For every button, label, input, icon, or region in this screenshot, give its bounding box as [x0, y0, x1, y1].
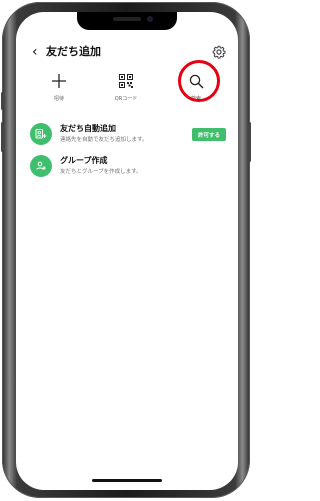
phone-notch: [77, 12, 177, 30]
qr-code-icon: [119, 74, 133, 88]
create-group-title: グループ作成: [60, 156, 108, 165]
phone-screen: ‹ 友だち追加 招待 QRコード 検索 友だち自動追加 連絡先を自動で友だち追加…: [16, 12, 238, 490]
front-camera: [147, 16, 153, 22]
plus-icon: [52, 74, 66, 88]
phone-frame: ‹ 友だち追加 招待 QRコード 検索 友だち自動追加 連絡先を自動で友だち追加…: [1, 2, 251, 498]
auto-add-subtitle: 連絡先を自動で友だち追加します。: [60, 137, 148, 143]
chevron-left-icon[interactable]: ‹: [32, 42, 38, 62]
invite-button[interactable]: 招待: [29, 70, 89, 102]
suggestion-list: 友だち自動追加 連絡先を自動で友だち追加します。 許可する グループ作成 友だち…: [16, 120, 238, 184]
phone-side-button: [1, 122, 4, 152]
invite-label: 招待: [53, 96, 64, 102]
page-title: 友だち追加: [46, 45, 101, 58]
list-item-auto-add[interactable]: 友だち自動追加 連絡先を自動で友だち追加します。 許可する: [16, 120, 238, 152]
qr-code-label: QRコード: [114, 96, 138, 102]
create-group-subtitle: 友だちとグループを作成します。: [60, 169, 142, 175]
auto-add-title: 友だち自動追加: [60, 124, 116, 133]
search-highlight-ring: [178, 60, 220, 102]
phone-side-button: [248, 122, 251, 162]
list-item-create-group[interactable]: グループ作成 友だちとグループを作成します。: [16, 152, 238, 184]
home-indicator[interactable]: [92, 479, 162, 482]
phone-side-button: [1, 92, 4, 110]
header: ‹ 友だち追加: [16, 42, 238, 62]
group-icon: [30, 155, 52, 177]
allow-button[interactable]: 許可する: [192, 128, 226, 141]
qr-code-button[interactable]: QRコード: [96, 70, 156, 102]
speaker: [113, 17, 141, 21]
gear-icon[interactable]: [212, 45, 226, 59]
auto-add-friend-icon: [30, 123, 52, 145]
